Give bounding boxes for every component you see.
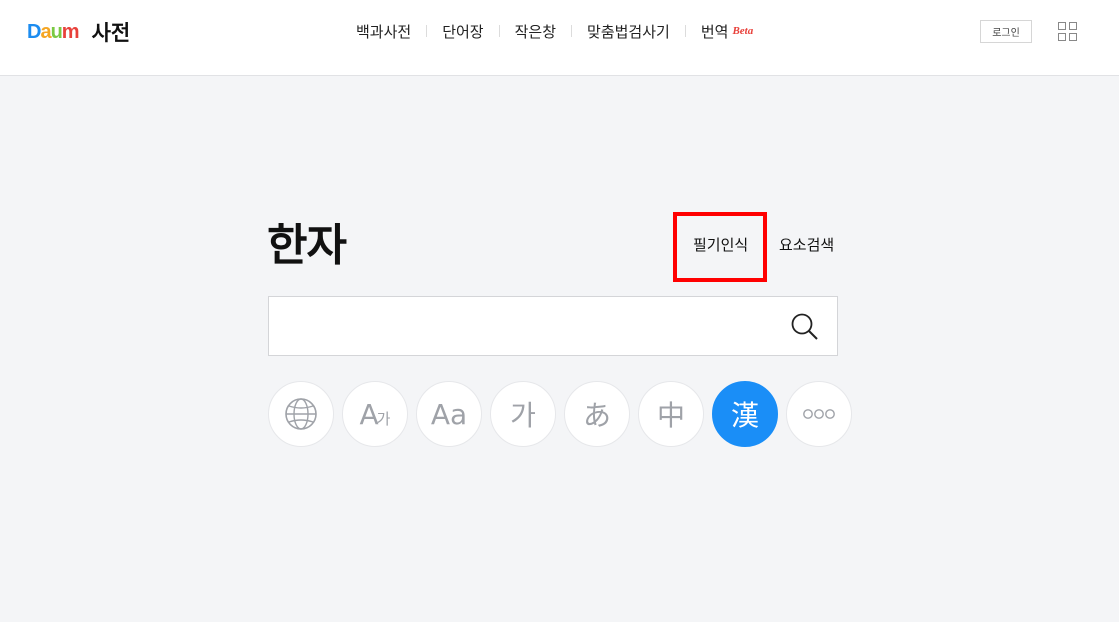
nav-divider <box>498 25 500 37</box>
search-input[interactable] <box>281 307 781 345</box>
lang-all-button[interactable] <box>268 381 334 447</box>
nav-spell-checker[interactable]: 맞춤법검사기 <box>587 21 670 42</box>
lang-english-button[interactable]: Aa <box>416 381 482 447</box>
search-icon[interactable] <box>789 311 821 343</box>
lang-more-button[interactable] <box>786 381 852 447</box>
lang-chinese-button[interactable]: 中 <box>638 381 704 447</box>
page-title: 한자 <box>267 220 347 271</box>
radical-search-link[interactable]: 요소검색 <box>779 234 834 255</box>
service-name: 사전 <box>91 21 131 45</box>
service-nav: 백과사전 단어장 작은창 맞춤법검사기 번역 Beta <box>356 20 753 42</box>
handwriting-recognition-link[interactable]: 필기인식 <box>693 234 748 255</box>
lang-glyph: あ <box>582 399 611 432</box>
search-box <box>268 296 838 356</box>
lang-hanja-button[interactable]: 漢 <box>712 381 778 447</box>
globe-icon <box>285 398 317 430</box>
lang-glyph: 漢 <box>730 399 759 432</box>
nav-wordbook[interactable]: 단어장 <box>442 21 483 42</box>
more-dots-icon <box>803 409 835 419</box>
daum-logo[interactable]: Daum 사전 <box>27 20 131 46</box>
nav-divider <box>571 25 573 37</box>
login-button[interactable]: 로그인 <box>980 20 1032 43</box>
nav-encyclopedia[interactable]: 백과사전 <box>356 21 411 42</box>
beta-badge: Beta <box>732 25 754 37</box>
top-header: Daum 사전 백과사전 단어장 작은창 맞춤법검사기 번역 Beta 로그인 <box>0 0 1119 76</box>
nav-translate[interactable]: 번역 Beta <box>701 21 753 42</box>
nav-translate-label: 번역 <box>700 22 729 41</box>
lang-japanese-button[interactable]: あ <box>564 381 630 447</box>
language-selector: A가 Aa 가 あ 中 漢 <box>268 381 852 447</box>
nav-mini-window[interactable]: 작은창 <box>515 21 556 42</box>
nav-divider <box>684 25 686 37</box>
lang-glyph: 가 <box>510 399 536 432</box>
nav-divider <box>426 25 428 37</box>
lang-korean-button[interactable]: 가 <box>490 381 556 447</box>
daum-logo-mark: Daum <box>27 20 80 43</box>
lang-glyph: Aa <box>430 397 468 431</box>
apps-grid-icon[interactable] <box>1058 22 1077 41</box>
lang-english-korean-button[interactable]: A가 <box>342 381 408 447</box>
lang-glyph-small: 가 <box>376 409 391 428</box>
lang-glyph: 中 <box>656 399 685 432</box>
